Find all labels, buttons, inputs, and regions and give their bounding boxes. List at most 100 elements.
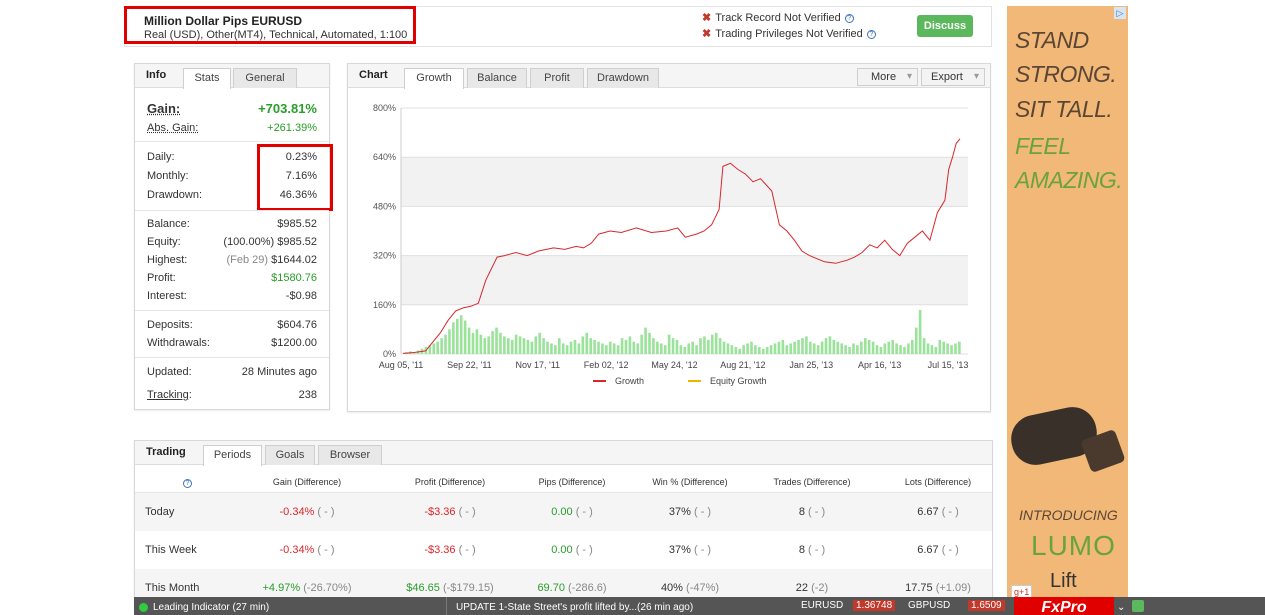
highlight-box <box>257 144 333 211</box>
account-name[interactable]: Million Dollar Pips EURUSD <box>144 14 302 28</box>
volume-bar <box>922 338 926 354</box>
tab-balance[interactable]: Balance <box>467 68 527 88</box>
legend-label: Growth <box>615 376 644 386</box>
col-win: Win % (Difference) <box>652 477 728 487</box>
volume-bar <box>612 343 616 354</box>
volume-bar <box>918 310 922 354</box>
volume-bar <box>526 339 530 354</box>
trading-panel: Trading Periods Goals Browser ? Gain (Di… <box>134 440 993 610</box>
collapse-icon[interactable]: ⌄ <box>1117 602 1125 613</box>
volume-bar <box>491 331 494 354</box>
volume-bar <box>691 341 694 354</box>
col-lots: Lots (Difference) <box>904 477 972 487</box>
volume-bar <box>863 338 867 354</box>
volume-bar <box>926 343 930 354</box>
volume-bar <box>585 332 589 354</box>
tab-growth[interactable]: Growth <box>404 68 464 89</box>
volume-bar <box>452 322 455 354</box>
info-tabs: Info Stats General <box>135 64 329 89</box>
y-tick-label: 480% <box>373 201 396 211</box>
cell-lots: 6.67 ( - ) <box>917 544 959 556</box>
tab-profit[interactable]: Profit <box>530 68 584 88</box>
cross-icon: ✖ <box>702 28 712 40</box>
volume-bar <box>538 332 541 354</box>
volume-bar <box>848 346 851 354</box>
y-tick-label: 640% <box>373 152 396 162</box>
adchoices-icon[interactable]: ▷ <box>1114 7 1126 19</box>
news-ticker: Leading Indicator (27 min) UPDATE 1-Stat… <box>134 597 1265 615</box>
col-pips: Pips (Difference) <box>538 477 606 487</box>
volume-bar <box>938 339 942 354</box>
volume-bar <box>899 345 902 354</box>
volume-bar <box>781 339 785 354</box>
x-tick-label: May 24, '12 <box>651 360 697 370</box>
volume-bar <box>911 339 914 354</box>
volume-bar <box>734 346 738 354</box>
tab-periods[interactable]: Periods <box>203 445 262 466</box>
volume-bar <box>809 341 812 354</box>
volume-bar <box>867 339 871 354</box>
tab-stats[interactable]: Stats <box>183 68 231 89</box>
volume-bar <box>903 346 906 354</box>
tab-browser[interactable]: Browser <box>318 445 382 465</box>
cell-pips: 69.70 (-286.6) <box>537 582 607 594</box>
volume-bar <box>860 341 863 354</box>
volume-bar <box>534 336 538 354</box>
status-dot-icon <box>139 603 148 612</box>
growth-chart: 800% 640% 480% 320% 160% 0%Aug 05, '11 Sep 22,… <box>373 103 968 386</box>
discuss-button[interactable]: Discuss <box>917 15 973 37</box>
volume-bar <box>812 343 816 354</box>
more-dropdown[interactable]: More <box>857 68 918 86</box>
volume-bar <box>710 334 714 354</box>
divider <box>135 141 329 142</box>
cell-gain: -0.34% ( - ) <box>279 544 335 556</box>
export-dropdown[interactable]: Export <box>921 68 985 86</box>
broker-logo[interactable]: FxPro <box>1014 597 1114 615</box>
volume-bar <box>871 341 875 354</box>
volume-bar <box>632 341 636 354</box>
x-tick-label: Aug 05, '11 <box>379 360 424 370</box>
volume-bar <box>605 345 608 354</box>
x-tick-label: Nov 17, '11 <box>515 360 560 370</box>
chart-panel: Chart Growth Balance Profit Drawdown Mor… <box>347 63 991 412</box>
volume-bar <box>487 336 490 354</box>
tab-goals[interactable]: Goals <box>265 445 315 465</box>
volume-bar <box>455 318 459 354</box>
trading-tabs: Trading Periods Goals Browser <box>135 441 992 466</box>
volume-bar <box>510 339 514 354</box>
volume-bar <box>459 315 463 354</box>
cell-win: 37% ( - ) <box>668 506 712 518</box>
help-icon[interactable]: ? <box>844 13 854 23</box>
col-gain: Gain (Difference) <box>272 477 342 487</box>
cell-gain: +4.97% (-26.70%) <box>262 582 352 594</box>
info-title: Info <box>146 69 167 81</box>
volume-bar <box>765 346 769 354</box>
volume-bar <box>656 341 659 354</box>
advertisement[interactable]: ▷ ✕ STAND STRONG. SIT TALL. FEEL AMAZING… <box>1006 6 1128 615</box>
volume-bar <box>777 341 781 354</box>
volume-bar <box>934 346 938 354</box>
y-tick-label: 800% <box>373 103 396 113</box>
tracking-link[interactable]: Tracking <box>147 389 189 401</box>
volume-bar <box>793 341 796 354</box>
volume-bar <box>648 332 651 354</box>
tab-general[interactable]: General <box>233 68 297 88</box>
chart-title: Chart <box>359 69 388 81</box>
tab-drawdown[interactable]: Drawdown <box>587 68 659 88</box>
table-row: This Week -0.34% ( - ) -$3.36 ( - ) 0.00 ( … <box>135 531 992 569</box>
y-tick-label: 320% <box>373 251 396 261</box>
volume-bar <box>628 336 632 354</box>
volume-bar <box>444 334 447 354</box>
volume-bar <box>479 334 483 354</box>
toggle-icon[interactable] <box>1132 600 1144 612</box>
y-tick-label: 160% <box>373 300 396 310</box>
cell-profit: -$3.36 ( - ) <box>424 506 476 518</box>
volume-bar <box>593 339 596 354</box>
info-panel: Info Stats General Gain: +703.81% Abs. Ga… <box>134 63 333 410</box>
volume-bar <box>503 336 506 354</box>
col-profit: Profit (Difference) <box>414 477 486 487</box>
volume-bar <box>852 343 855 354</box>
help-icon[interactable]: ? <box>866 29 876 39</box>
cell-profit: -$3.36 ( - ) <box>424 544 476 556</box>
help-icon[interactable]: ? <box>183 479 192 488</box>
